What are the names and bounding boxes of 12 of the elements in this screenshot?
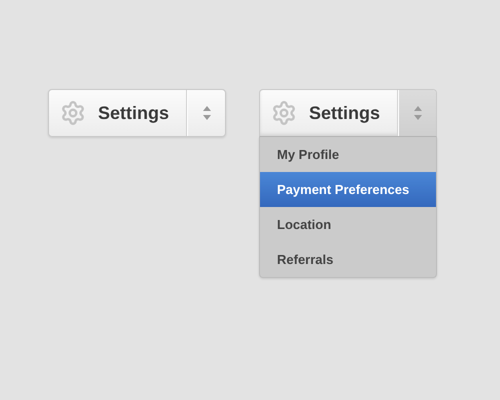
dropdown-button[interactable]: Settings: [48, 89, 226, 137]
menu-item[interactable]: Location: [260, 207, 436, 242]
gear-icon: [60, 100, 86, 126]
menu-item[interactable]: My Profile: [260, 137, 436, 172]
dropdown-button[interactable]: Settings: [259, 89, 437, 137]
sort-arrows-icon: [414, 106, 422, 120]
settings-button[interactable]: Settings: [49, 90, 187, 136]
menu-item[interactable]: Referrals: [260, 242, 436, 277]
menu-item[interactable]: Payment Preferences: [260, 172, 436, 207]
sort-toggle-button[interactable]: [398, 90, 436, 136]
sort-arrows-icon: [202, 106, 210, 120]
gear-icon: [271, 100, 297, 126]
